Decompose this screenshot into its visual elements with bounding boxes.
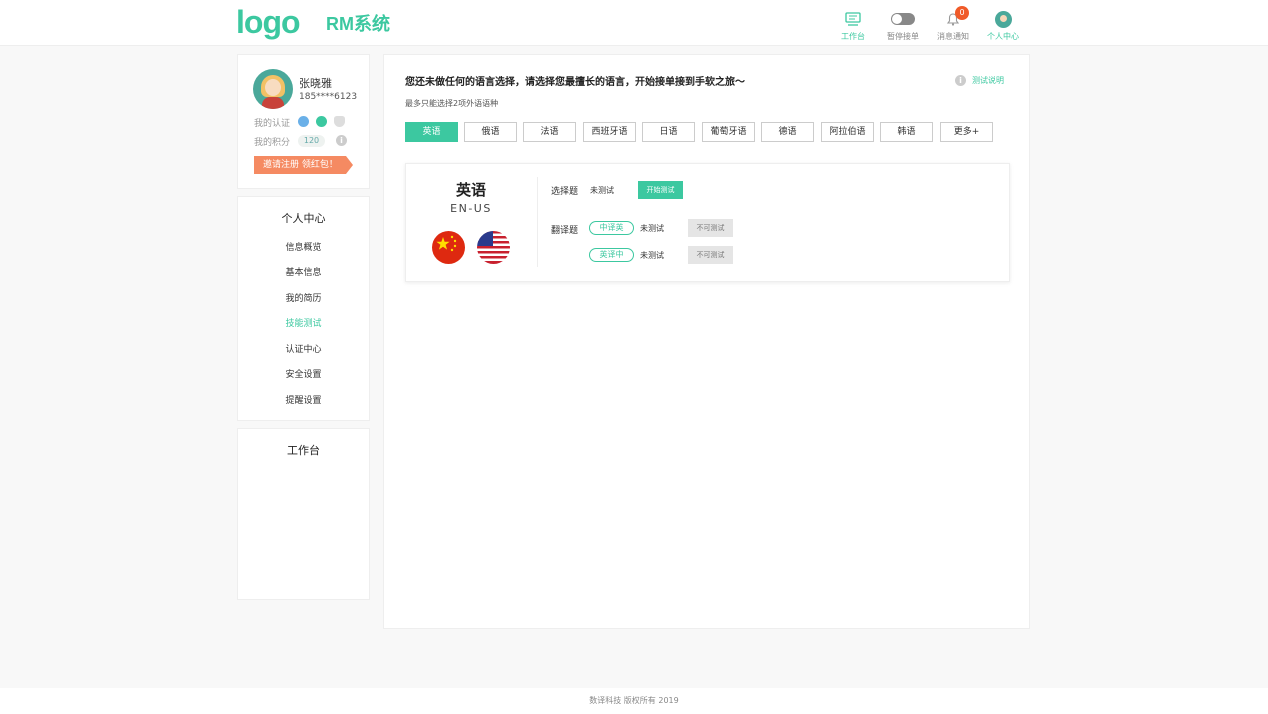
en-zh-tag: 英译中 [589,248,634,262]
zh-en-disabled-button[interactable]: 不可测试 [688,219,733,237]
menu-item-overview[interactable]: 信息概览 [238,240,369,253]
info-icon: i [955,75,966,86]
nav-personal-center[interactable]: 个人中心 [978,9,1028,42]
logo[interactable]: logo [236,4,301,40]
identity-cert-icon[interactable] [298,116,309,127]
translation-question-label: 翻译题 [551,226,579,236]
zh-en-tag: 中译英 [589,221,634,235]
cert-label: 我的认证 [254,119,291,129]
bell-icon: 0 [928,6,978,29]
menu-item-skill-test[interactable]: 技能测试 [238,316,369,329]
zh-en-status: 未测试 [640,224,664,233]
lang-option-russian[interactable]: 俄语 [464,122,517,142]
user-phone: 185****6123 [299,92,358,102]
system-name: RM系统 [326,14,390,34]
shield-icon[interactable] [334,116,345,127]
test-lang-name: 英语 [455,181,486,199]
start-test-button[interactable]: 开始测试 [638,181,683,199]
verified-cert-icon[interactable] [316,116,327,127]
avatar-icon [994,10,1012,28]
menu-item-resume[interactable]: 我的简历 [238,291,369,304]
lang-option-english[interactable]: 英语 [405,122,458,142]
test-help-link[interactable]: 测试说明 [972,75,1004,86]
workbench-card: 工作台 [237,428,370,600]
nav-label: 工作台 [841,32,865,41]
lang-option-more[interactable]: 更多+ [940,122,993,142]
en-zh-status: 未测试 [640,251,664,260]
lang-option-spanish[interactable]: 西班牙语 [583,122,636,142]
en-zh-disabled-button[interactable]: 不可测试 [688,246,733,264]
invite-button[interactable]: 邀请注册 领红包！ [254,156,353,174]
nav-pause-orders[interactable]: 暂停接单 [878,9,928,42]
workbench-title: 工作台 [287,444,320,457]
lang-option-arabic[interactable]: 阿拉伯语 [821,122,874,142]
personal-center-menu: 个人中心 信息概览 基本信息 我的简历 技能测试 认证中心 安全设置 提醒设置 [237,196,370,421]
nav-notifications[interactable]: 0 消息通知 [928,6,978,42]
points-value: 120 [298,135,325,147]
choice-question-label: 选择题 [551,187,579,197]
lang-option-french[interactable]: 法语 [523,122,576,142]
page-subtitle: 最多只能选择2项外语语种 [405,99,499,108]
language-test-card: 英语 EN-US 选择题 未测试 开始测试 翻译题 中译英 未测试 不可测试 英… [405,163,1010,282]
test-lang-code: EN-US [450,202,492,215]
usa-flag-icon [477,231,510,264]
monitor-icon [828,9,878,29]
divider [537,177,538,267]
menu-item-certification[interactable]: 认证中心 [238,342,369,355]
footer-copyright: 数译科技 版权所有 2019 [0,688,1268,714]
menu-item-reminders[interactable]: 提醒设置 [238,393,369,406]
menu-title: 个人中心 [281,212,326,225]
nav-label: 暂停接单 [887,32,919,41]
nav-label: 消息通知 [937,32,969,41]
info-icon[interactable]: i [336,135,347,146]
menu-item-basic-info[interactable]: 基本信息 [238,265,369,278]
nav-label: 个人中心 [987,32,1019,41]
lang-option-korean[interactable]: 韩语 [880,122,933,142]
top-header: logo RM系统 工作台 暂停接单 0 消息通知 个人中心 [0,0,1268,46]
page-title: 您还未做任何的语言选择，请选择您最擅长的语言，开始接单接到手软之旅～ [405,77,745,88]
lang-option-japanese[interactable]: 日语 [642,122,695,142]
user-name: 张晓雅 [299,77,332,90]
avatar[interactable] [253,69,293,109]
nav-workbench[interactable]: 工作台 [828,9,878,42]
notification-badge: 0 [955,6,969,20]
china-flag-icon [432,231,465,264]
lang-option-portuguese[interactable]: 葡萄牙语 [702,122,755,142]
lang-option-german[interactable]: 德语 [761,122,814,142]
points-label: 我的积分 [254,138,291,148]
choice-status: 未测试 [590,186,614,195]
menu-item-security[interactable]: 安全设置 [238,367,369,380]
test-help[interactable]: i 测试说明 [955,75,1004,86]
profile-card: 张晓雅 185****6123 我的认证 我的积分 120 i 邀请注册 领红包… [237,54,370,189]
main-panel: 您还未做任何的语言选择，请选择您最擅长的语言，开始接单接到手软之旅～ 最多只能选… [383,54,1030,629]
toggle-icon[interactable] [878,9,928,29]
